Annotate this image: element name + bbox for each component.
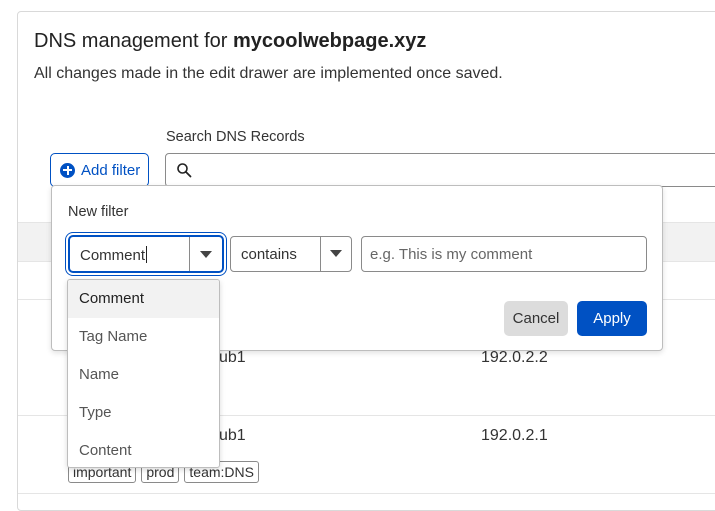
field-options-list: Comment Tag Name Name Type Content — [67, 279, 220, 468]
popover-title: New filter — [68, 204, 129, 220]
domain-name: mycoolwebpage.xyz — [232, 30, 427, 52]
search-input[interactable] — [165, 153, 715, 187]
plus-circle-icon — [60, 162, 75, 178]
filter-field-value: Comment — [80, 247, 146, 264]
record-content-cell: 192.0.2.2 — [481, 349, 548, 366]
apply-button[interactable]: Apply — [577, 301, 647, 336]
option-name[interactable]: Name — [68, 356, 219, 394]
option-type[interactable]: Type — [68, 394, 219, 432]
add-filter-button[interactable]: Add filter — [50, 153, 149, 187]
search-label: Search DNS Records — [166, 129, 305, 145]
filter-operator-select[interactable]: contains — [230, 236, 352, 272]
page-subtitle: All changes made in the edit drawer are … — [34, 65, 503, 82]
chevron-down-icon[interactable] — [200, 251, 212, 258]
record-content-cell: 192.0.2.1 — [481, 427, 548, 444]
page-title: DNS management for mycoolwebpage.xyz — [34, 30, 427, 52]
record-name-cell: ub1 — [219, 349, 246, 366]
chevron-down-icon[interactable] — [330, 250, 342, 257]
search-icon — [176, 162, 192, 183]
option-tag-name[interactable]: Tag Name — [68, 318, 219, 356]
select-divider — [320, 237, 321, 271]
record-name-cell: ub1 — [219, 427, 246, 444]
text-cursor — [146, 246, 148, 263]
cancel-button[interactable]: Cancel — [504, 301, 568, 336]
filter-field-select[interactable]: Comment — [68, 235, 224, 273]
row-divider — [18, 493, 715, 494]
select-divider — [189, 237, 190, 271]
filter-operator-value: contains — [241, 246, 297, 263]
option-comment[interactable]: Comment — [68, 280, 219, 318]
filter-value-input[interactable] — [361, 236, 647, 272]
add-filter-label: Add filter — [81, 161, 141, 179]
option-content[interactable]: Content — [68, 432, 219, 467]
